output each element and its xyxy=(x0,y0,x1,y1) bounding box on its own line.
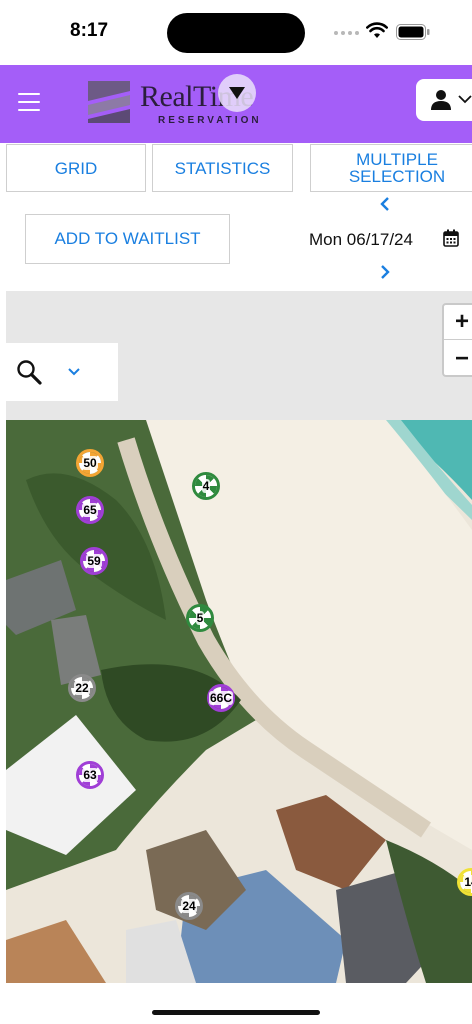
table-marker[interactable]: 5 xyxy=(186,604,214,632)
zoom-out-button[interactable]: − xyxy=(444,341,472,376)
previous-date-icon[interactable] xyxy=(378,197,392,211)
search-icon[interactable] xyxy=(16,359,42,385)
signal-icon xyxy=(334,31,359,35)
user-icon xyxy=(431,90,451,110)
caret-down-icon xyxy=(229,87,245,99)
next-date-icon[interactable] xyxy=(378,265,392,279)
table-marker[interactable]: 59 xyxy=(80,547,108,575)
table-marker[interactable]: 22 xyxy=(68,674,96,702)
map-search-panel xyxy=(6,343,118,401)
table-marker[interactable]: 63 xyxy=(76,761,104,789)
chevron-down-icon[interactable] xyxy=(68,367,80,376)
zoom-in-button[interactable]: + xyxy=(444,305,472,340)
table-marker-label: 66C xyxy=(209,691,234,705)
logo-mark-icon xyxy=(88,81,130,123)
status-bar: 8:17 xyxy=(0,0,472,65)
wifi-icon xyxy=(366,22,388,38)
status-time: 8:17 xyxy=(70,20,109,41)
chevron-down-icon xyxy=(458,95,472,104)
table-marker-label: 24 xyxy=(181,899,197,913)
resort-map[interactable]: + − 50 4 65 59 5 22 66C 63 24 14 xyxy=(6,291,472,983)
table-marker[interactable]: 24 xyxy=(175,892,203,920)
logo-subtitle: RESERVATION xyxy=(158,115,262,126)
table-marker[interactable]: 66C xyxy=(207,684,235,712)
add-to-waitlist-button[interactable]: ADD TO WAITLIST xyxy=(25,214,230,264)
calendar-icon[interactable] xyxy=(443,229,459,247)
user-menu-button[interactable] xyxy=(416,79,472,121)
table-marker[interactable]: 4 xyxy=(192,472,220,500)
table-marker[interactable]: 50 xyxy=(76,449,104,477)
tab-grid[interactable]: GRID xyxy=(6,144,146,192)
selected-date[interactable]: Mon 06/17/24 xyxy=(309,230,413,250)
table-marker-label: 65 xyxy=(82,503,98,517)
table-marker-label: 59 xyxy=(86,554,102,568)
battery-icon xyxy=(396,24,430,40)
table-marker-label: 22 xyxy=(74,681,90,695)
dynamic-island xyxy=(167,13,305,53)
tab-multiple-selection[interactable]: MULTIPLE SELECTION xyxy=(310,144,472,192)
table-marker-label: 4 xyxy=(201,479,211,493)
tab-statistics[interactable]: STATISTICS xyxy=(152,144,293,192)
table-marker-label: 14 xyxy=(463,875,472,889)
table-marker[interactable]: 65 xyxy=(76,496,104,524)
hamburger-icon[interactable] xyxy=(18,93,40,111)
table-marker-label: 5 xyxy=(195,611,205,625)
home-indicator xyxy=(152,1010,320,1015)
table-marker-label: 63 xyxy=(82,768,98,782)
header-collapse-toggle[interactable] xyxy=(218,74,256,112)
table-marker-label: 50 xyxy=(82,456,98,470)
zoom-control: + − xyxy=(442,303,472,377)
